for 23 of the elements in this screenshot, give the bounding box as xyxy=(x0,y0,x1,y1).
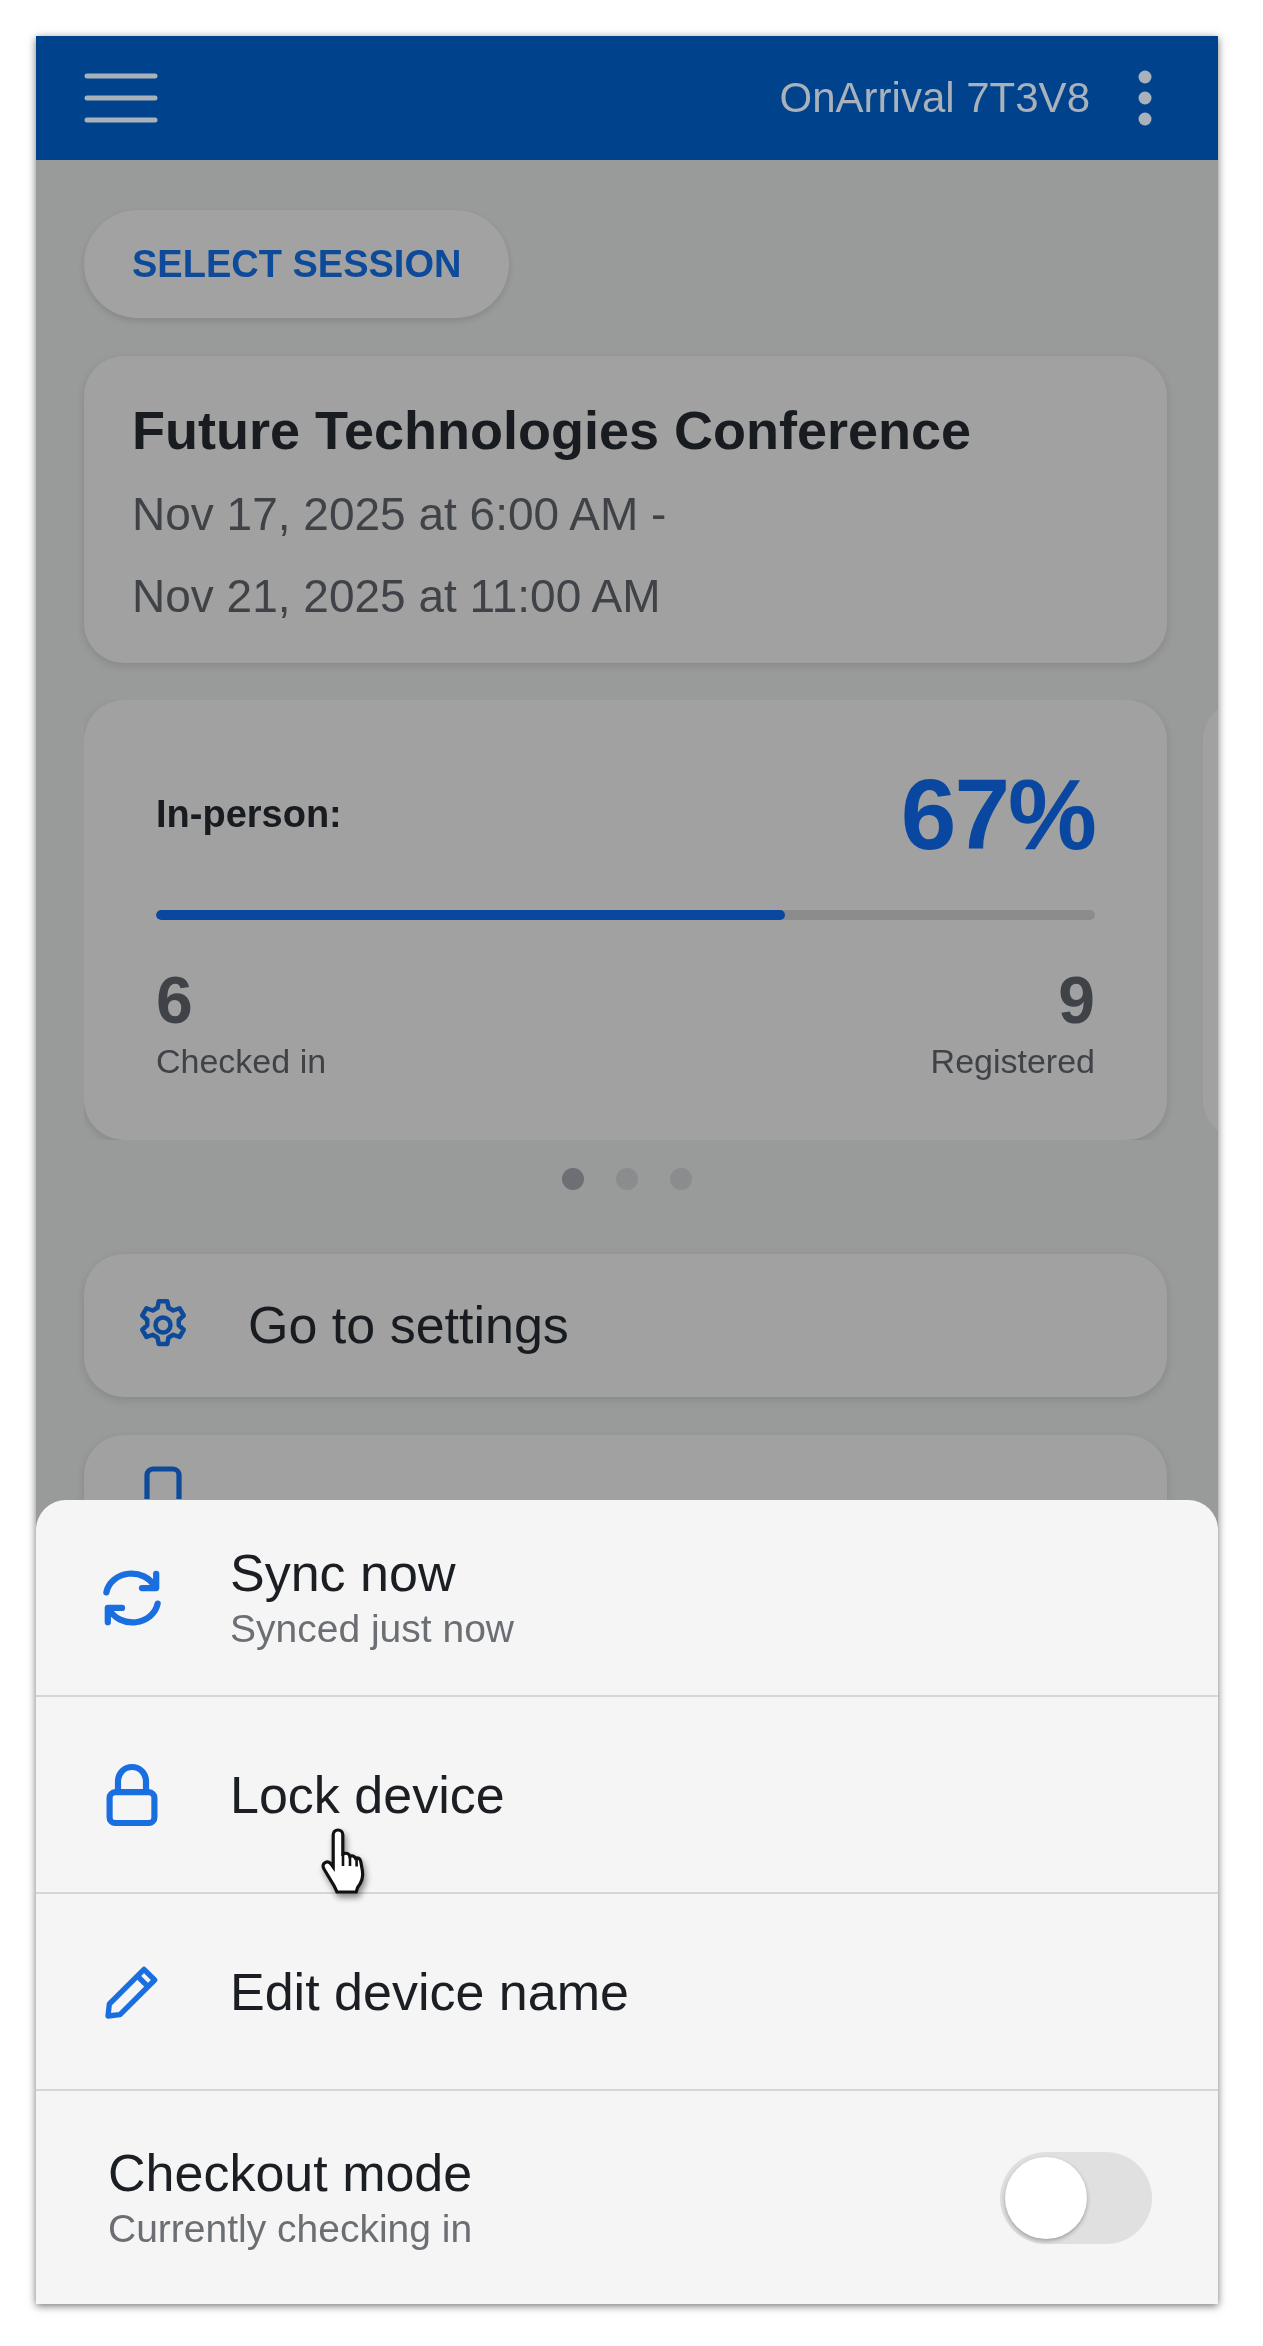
phone-icon xyxy=(143,1465,183,1499)
menu-item-label: Edit device name xyxy=(230,1961,629,2023)
menu-item[interactable]: Sync now Synced just now xyxy=(36,1500,1218,1697)
menu-item-subtitle: Synced just now xyxy=(230,1605,514,1652)
menu-icon[interactable] xyxy=(84,72,158,124)
checked-in-label: Checked in xyxy=(156,1042,327,1081)
registered-count: 9 xyxy=(1058,962,1095,1038)
action-card[interactable]: Go to settings xyxy=(84,1254,1167,1397)
more-options-icon[interactable] xyxy=(1138,70,1152,126)
menu-item-label: Checkout mode xyxy=(108,2142,473,2204)
pager-dot[interactable] xyxy=(562,1168,584,1190)
registered-label: Registered xyxy=(930,1042,1095,1081)
event-title: Future Technologies Conference xyxy=(132,399,973,462)
event-start-date: Nov 17, 2025 at 6:00 AM - xyxy=(132,487,667,542)
event-end-date: Nov 21, 2025 at 11:00 AM xyxy=(132,569,661,624)
menu-item-label: Lock device xyxy=(230,1764,505,1826)
menu-item-subtitle: Currently checking in xyxy=(108,2205,473,2252)
app-title: OnArrival 7T3V8 xyxy=(779,74,1090,122)
attendance-label: In-person: xyxy=(156,792,342,836)
menu-item[interactable]: Edit device name xyxy=(36,1894,1218,2091)
percent-value: 67% xyxy=(900,756,1095,872)
menu-item-label: Sync now xyxy=(230,1542,457,1604)
checked-in-count: 6 xyxy=(156,962,194,1038)
